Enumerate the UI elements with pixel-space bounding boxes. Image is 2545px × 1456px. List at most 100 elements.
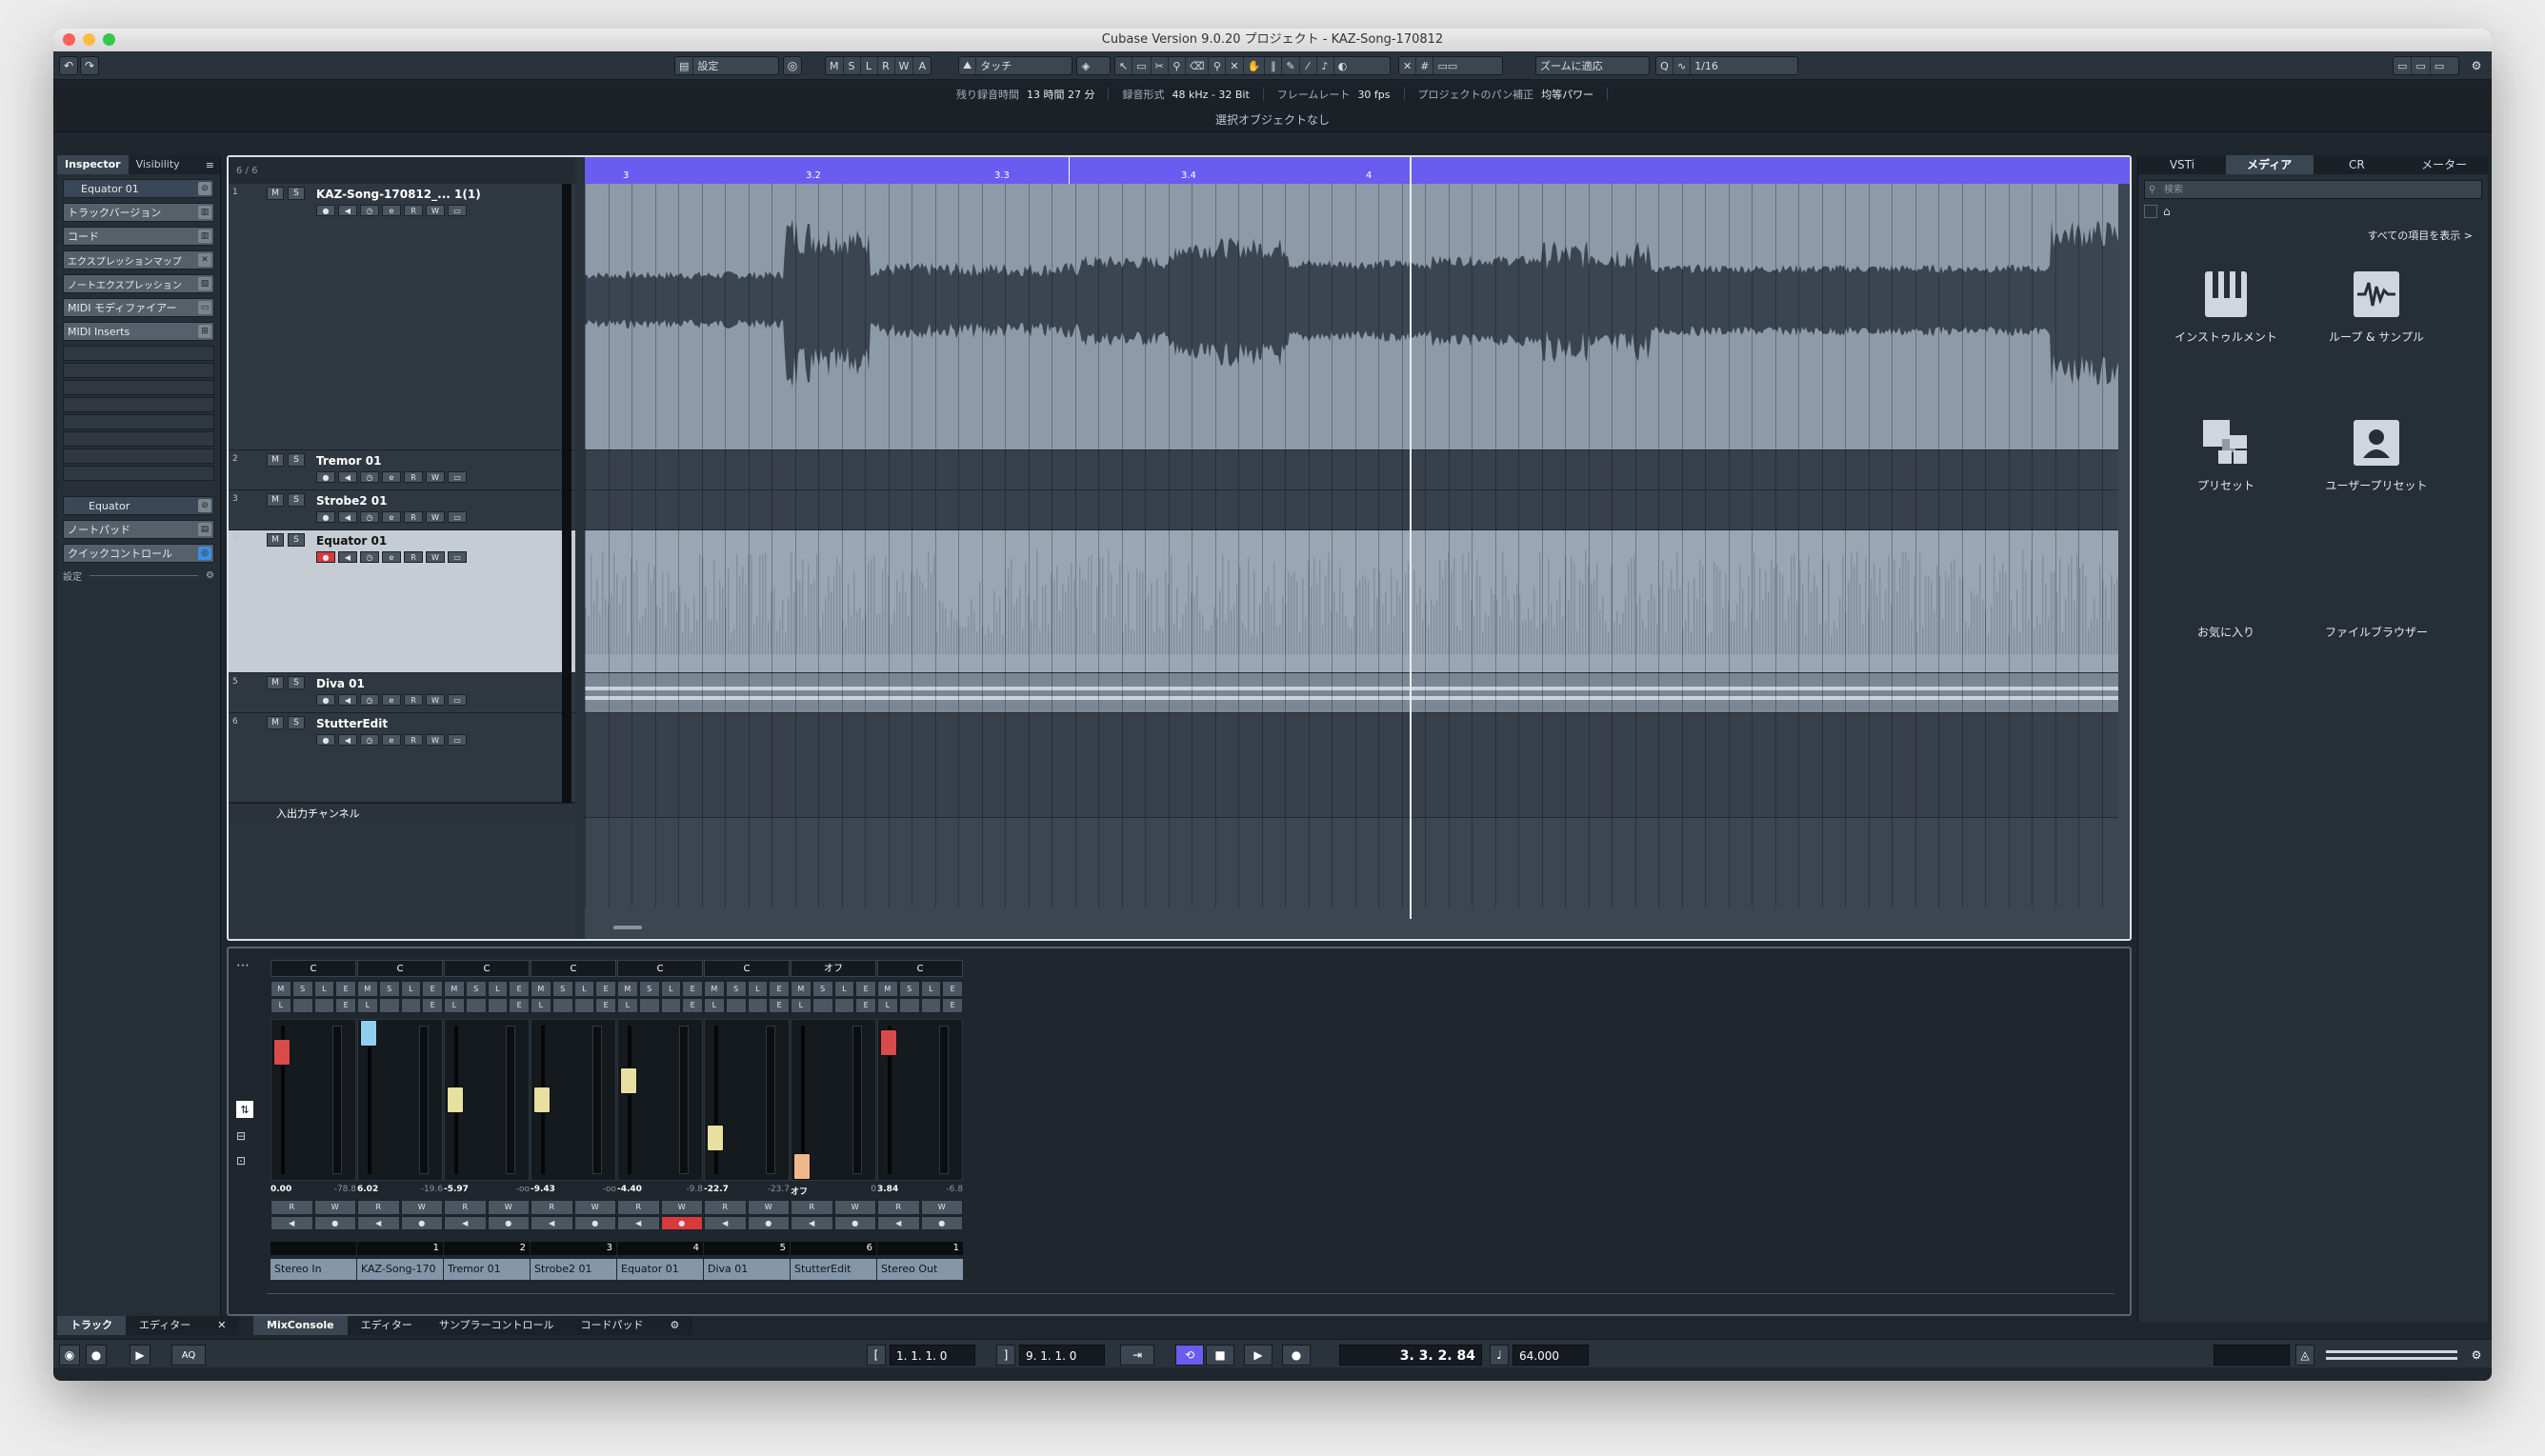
fader-value[interactable]: 3.84	[877, 1185, 898, 1198]
audio-quality-button[interactable]: AQ	[171, 1345, 206, 1366]
erase-tool-icon[interactable]: ⌫	[1186, 57, 1210, 74]
zoom-select[interactable]: ズームに適応	[1535, 56, 1650, 75]
solo-button[interactable]	[291, 997, 313, 1013]
pan-control[interactable]: C	[271, 960, 356, 977]
close-button[interactable]	[63, 33, 75, 46]
listen-button[interactable]	[920, 997, 942, 1013]
solo-button[interactable]: S	[551, 981, 573, 997]
write-button[interactable]: W	[747, 1200, 790, 1215]
peak-value[interactable]: -19.6	[421, 1185, 443, 1198]
left-locator[interactable]: 1. 1. 1. 0	[890, 1345, 975, 1366]
timebase-button[interactable]: ◷	[360, 734, 379, 746]
mute-button[interactable]: L	[791, 997, 812, 1013]
listen-button[interactable]	[487, 997, 509, 1013]
inspector-midi-modifiers[interactable]: MIDI モディファイアー ▭	[63, 298, 214, 317]
inspector-track-name[interactable]: Equator 01 ⊘	[63, 179, 214, 198]
tab-track[interactable]: トラック	[57, 1316, 126, 1335]
edit-button[interactable]: E	[422, 997, 443, 1013]
record-enable-button[interactable]: ●	[316, 694, 335, 706]
monitor-button[interactable]: ◀	[338, 511, 357, 523]
solo-button[interactable]: S	[288, 533, 305, 547]
midi-event-diva[interactable]	[585, 673, 2118, 713]
undo-icon[interactable]: ↶	[59, 56, 78, 75]
tab-chord-pads[interactable]: コードパッド	[568, 1316, 657, 1335]
edit-button[interactable]: E	[509, 997, 530, 1013]
read-button[interactable]: R	[877, 1200, 920, 1215]
solo-button[interactable]	[898, 997, 920, 1013]
listen-button[interactable]	[747, 997, 769, 1013]
read-button[interactable]: R	[617, 1200, 660, 1215]
inspector-instrument[interactable]: Equator ⊘	[63, 496, 214, 515]
pan-control[interactable]: C	[617, 960, 703, 977]
edit-button[interactable]: E	[335, 997, 356, 1013]
lane-button[interactable]: ▭	[448, 205, 467, 216]
mute-button[interactable]: M	[267, 187, 284, 200]
edit-button[interactable]: e	[382, 694, 401, 706]
midi-event-equator[interactable]	[585, 530, 2118, 673]
fader-cap[interactable]	[447, 1087, 464, 1113]
pan-control[interactable]: C	[704, 960, 790, 977]
lower-zone-gear-icon[interactable]: ⚙	[657, 1316, 693, 1335]
peak-value[interactable]: -23.7	[768, 1185, 790, 1198]
solo-mode[interactable]: S	[844, 57, 861, 74]
auto-mode[interactable]: A	[913, 57, 931, 74]
monitor-button[interactable]: ◀	[338, 734, 357, 746]
channel-name[interactable]: Stereo In	[271, 1259, 356, 1280]
fader-cap[interactable]	[620, 1067, 637, 1094]
channel-name[interactable]: Tremor 01	[444, 1259, 530, 1280]
audio-event-lane[interactable]	[585, 184, 2118, 450]
track-name[interactable]: Equator 01	[316, 534, 387, 548]
track-row[interactable]: 2 M S Tremor 01 ● ◀ ◷ e R W ▭	[229, 450, 575, 490]
snap-toggle-icon[interactable]: ✕	[1399, 57, 1417, 74]
mute-button[interactable]: M	[877, 981, 898, 997]
track-row[interactable]: 3 M S Strobe2 01 ● ◀ ◷ e R W ▭	[229, 490, 575, 530]
monitor-button[interactable]: ◀	[271, 1215, 313, 1230]
meter-icon[interactable]: ⊡	[236, 1154, 246, 1167]
pan-control[interactable]: オフ	[791, 960, 876, 977]
play-icon[interactable]: ▶	[1244, 1345, 1272, 1366]
edit-button[interactable]: E	[509, 981, 530, 997]
insert-slot[interactable]	[63, 414, 214, 429]
mute-tool-icon[interactable]: ✕	[1226, 57, 1244, 74]
edit-button[interactable]: E	[682, 981, 703, 997]
solo-button[interactable]: S	[638, 981, 660, 997]
monitor-button[interactable]: ◀	[338, 205, 357, 216]
edit-button[interactable]: e	[382, 734, 401, 746]
fader-cap[interactable]	[360, 1020, 377, 1047]
listen-button[interactable]: L	[400, 981, 422, 997]
mute-button[interactable]: M	[267, 453, 284, 467]
track-name[interactable]: StutterEdit	[316, 717, 388, 730]
edit-button[interactable]: e	[382, 551, 401, 563]
monitor-button[interactable]: ◀	[357, 1215, 400, 1230]
read-button[interactable]: R	[404, 205, 423, 216]
write-button[interactable]: W	[920, 1200, 963, 1215]
read-button[interactable]: R	[444, 1200, 487, 1215]
tile-favorites[interactable]: お気に入り	[2159, 624, 2293, 640]
timebase-button[interactable]: ◷	[360, 551, 379, 563]
track-list-scrollbar[interactable]	[562, 184, 571, 812]
record-button[interactable]: ●	[747, 1215, 790, 1230]
read-button[interactable]: R	[357, 1200, 400, 1215]
peak-value[interactable]: -oo	[516, 1185, 530, 1198]
edit-button[interactable]: E	[595, 997, 616, 1013]
track-name[interactable]: Strobe2 01	[316, 494, 388, 508]
channel-name[interactable]: KAZ-Song-170	[357, 1259, 443, 1280]
cycle-icon[interactable]: ⟲	[1175, 1345, 1204, 1366]
glue-tool-icon[interactable]: ⚲	[1169, 57, 1186, 74]
read-button[interactable]: R	[404, 734, 423, 746]
read-button[interactable]: R	[404, 551, 423, 563]
tab-vsti[interactable]: VSTi	[2138, 155, 2226, 174]
solo-button[interactable]	[725, 997, 747, 1013]
track-row[interactable]: 4 M S Equator 01 ● ◀ ◷ e R W ▭	[229, 530, 575, 673]
horizontal-scroll-thumb[interactable]	[613, 926, 642, 929]
record-enable-button[interactable]: ●	[316, 511, 335, 523]
tab-media[interactable]: メディア	[2225, 155, 2314, 174]
automation-mode-select[interactable]: ⛰ タッチ	[958, 56, 1072, 75]
track-row[interactable]: 5 M S Diva 01 ● ◀ ◷ e R W ▭	[229, 673, 575, 713]
play-mode-icon[interactable]: ▶	[130, 1345, 150, 1366]
instrument-edit-icon[interactable]: ⊘	[198, 499, 211, 512]
mute-button[interactable]: M	[267, 533, 284, 547]
pan-control[interactable]: C	[357, 960, 443, 977]
write-button[interactable]: W	[573, 1200, 616, 1215]
listen-button[interactable]	[400, 997, 422, 1013]
